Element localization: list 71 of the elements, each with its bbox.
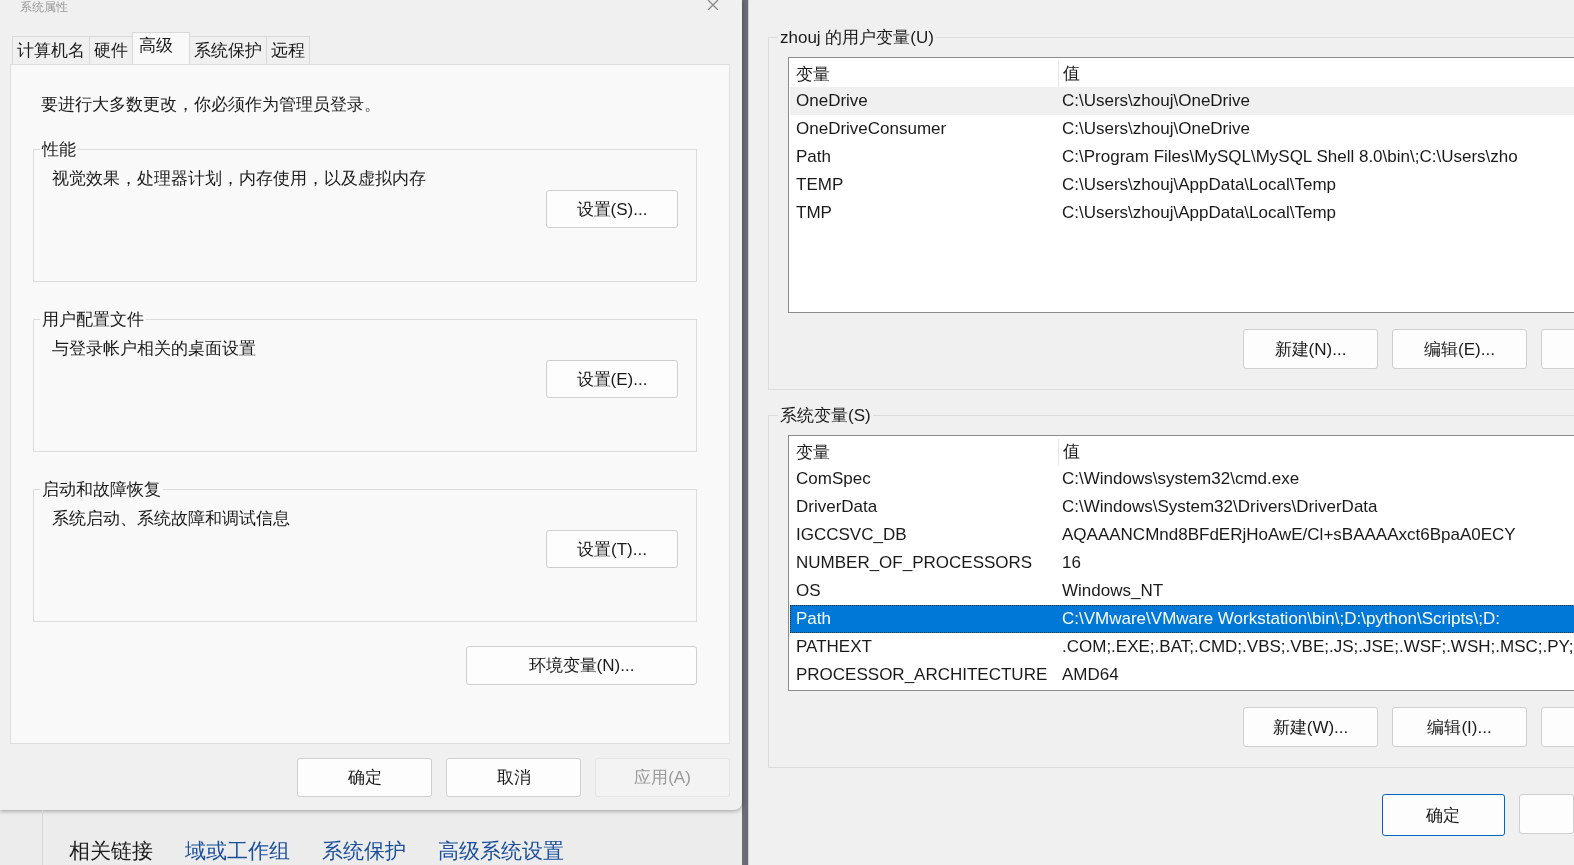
variable-value: AQAAANCMnd8BFdERjHoAwE/Cl+sBAAAAxct6BpaA0ECY [1061, 525, 1516, 545]
tab[interactable]: 计算机名 [12, 36, 90, 64]
list-row[interactable]: DriverData C:\Windows\System32\Drivers\DriverData [790, 493, 1574, 521]
variable-name: PATHEXT [795, 637, 873, 657]
dialog-button[interactable]: 取消 [446, 758, 581, 797]
variable-value: C:\Users\zhouj\AppData\Local\Temp [1061, 175, 1337, 195]
window-title: 系统属性 [20, 0, 68, 14]
variable-name: DriverData [795, 497, 879, 517]
group-title: 系统变量(S) [779, 405, 872, 427]
variable-name: TMP [795, 203, 833, 223]
group-title: 性能 [40, 139, 77, 161]
variable-value: Windows_NT [1061, 581, 1164, 601]
link[interactable]: 高级系统设置 [438, 837, 564, 865]
env-vars-button[interactable]: 环境变量(N)... [466, 646, 697, 685]
list-row[interactable]: IGCCSVC_DB AQAAANCMnd8BFdERjHoAwE/Cl+sBAAAAxct6BpaA0ECY [790, 521, 1574, 549]
list-row[interactable]: ComSpec C:\Windows\system32\cmd.exe [790, 465, 1574, 493]
settings-button[interactable]: 设置(S)... [546, 190, 678, 228]
list-row[interactable]: OS Windows_NT [790, 577, 1574, 605]
group-title: zhouj 的用户变量(U) [779, 27, 935, 49]
list-row[interactable]: NUMBER_OF_PROCESSORS 16 [790, 549, 1574, 577]
variable-value: C:\Users\zhouj\AppData\Local\Temp [1061, 203, 1337, 223]
variable-value: C:\Users\zhouj\OneDrive [1061, 91, 1250, 111]
list-action-button[interactable]: 新建(N)... [1243, 329, 1378, 369]
variable-name: IGCCSVC_DB [795, 525, 908, 545]
group-description: 视觉效果，处理器计划，内存使用，以及虚拟内存 [52, 168, 427, 190]
variable-value: C:\Windows\System32\Drivers\DriverData [1061, 497, 1378, 517]
column-header[interactable]: 变量 [790, 62, 1058, 86]
variable-value: C:\Program Files\MySQL\MySQL Shell 8.0\bin\;C:\Users\zho [1061, 147, 1518, 167]
list-row[interactable]: PATHEXT .COM;.EXE;.BAT;.CMD;.VBS;.VBE;.JS;.JSE;.WSF;.WSH;.MSC;.PY; [790, 633, 1574, 661]
list-row[interactable]: Path C:\Program Files\MySQL\MySQL Shell 8.0\bin\;C:\Users\zho [790, 143, 1574, 171]
list-action-button[interactable]: 编辑(I)... [1392, 707, 1527, 747]
notice-text: 要进行大多数更改，你必须作为管理员登录。 [40, 94, 382, 116]
link[interactable]: 域或工作组 [185, 837, 290, 865]
ok-button[interactable]: 确定 [1382, 794, 1505, 836]
settings-button[interactable]: 设置(E)... [546, 360, 678, 398]
list-row[interactable]: TEMP C:\Users\zhouj\AppData\Local\Temp [790, 171, 1574, 199]
link[interactable]: 系统保护 [322, 837, 406, 865]
variable-value: 16 [1061, 553, 1081, 573]
list-row[interactable]: OneDriveConsumer C:\Users\zhouj\OneDrive [790, 115, 1574, 143]
variable-name: OneDriveConsumer [795, 119, 948, 139]
list-row[interactable]: PROCESSOR_ARCHITECTURE AMD64 [790, 661, 1574, 689]
group-description: 与登录帐户相关的桌面设置 [52, 338, 257, 360]
group-description: 系统启动、系统故障和调试信息 [52, 508, 291, 530]
related-links-label: 相关链接 [69, 838, 153, 864]
variable-value: C:\Users\zhouj\OneDrive [1061, 119, 1250, 139]
tab[interactable]: 远程 [266, 36, 310, 64]
variable-value: C:\VMware\VMware Workstation\bin\;D:\python\Scripts\;D: [1061, 609, 1501, 629]
list-action-button[interactable]: 编辑(E)... [1392, 329, 1527, 369]
variable-value: C:\Windows\system32\cmd.exe [1061, 469, 1300, 489]
variable-name: OS [795, 581, 822, 601]
dialog-button[interactable]: 确定 [297, 758, 432, 797]
variable-name: NUMBER_OF_PROCESSORS [795, 553, 1034, 573]
variable-value: AMD64 [1061, 665, 1119, 685]
column-header[interactable]: 变量 [790, 440, 1058, 464]
list-row[interactable]: Path C:\VMware\VMware Workstation\bin\;D:\python\Scripts\;D: [790, 605, 1574, 633]
group-title: 启动和故障恢复 [41, 479, 162, 501]
variable-name: PROCESSOR_ARCHITECTURE [795, 665, 1049, 685]
tab[interactable]: 高级 [132, 32, 190, 64]
settings-button[interactable]: 设置(T)... [546, 530, 678, 568]
column-header[interactable]: 值 [1058, 439, 1080, 465]
variable-name: Path [795, 147, 832, 167]
variable-name: OneDrive [795, 91, 869, 111]
variable-value: .COM;.EXE;.BAT;.CMD;.VBS;.VBE;.JS;.JSE;.WSF;.WSH;.MSC;.PY; [1061, 637, 1574, 657]
list-row[interactable]: OneDrive C:\Users\zhouj\OneDrive [790, 87, 1574, 115]
list-row[interactable]: TMP C:\Users\zhouj\AppData\Local\Temp [790, 199, 1574, 227]
partial-button[interactable] [1518, 794, 1574, 834]
variable-name: TEMP [795, 175, 845, 195]
group-title: 用户配置文件 [41, 309, 145, 331]
variable-name: ComSpec [795, 469, 872, 489]
variable-name: Path [795, 609, 832, 629]
list-action-button[interactable]: 新建(W)... [1243, 707, 1378, 747]
